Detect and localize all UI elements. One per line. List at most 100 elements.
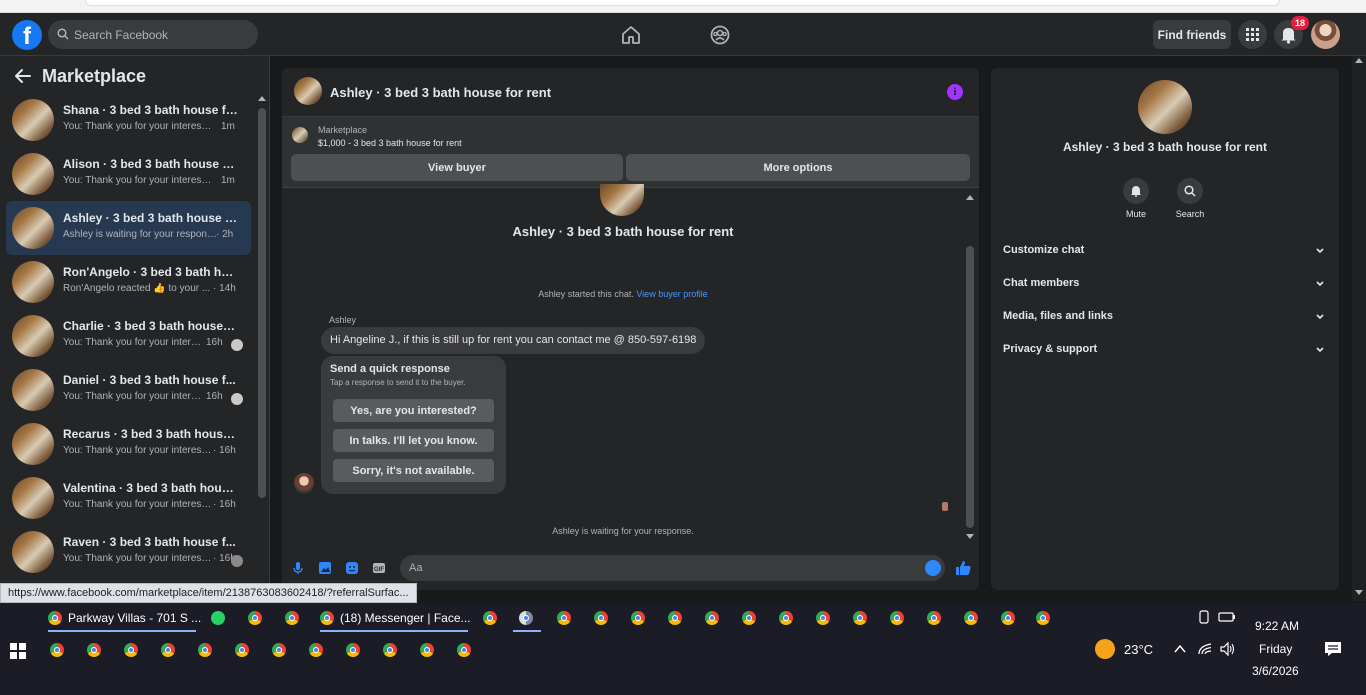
- chrome-icon[interactable]: [272, 643, 286, 657]
- chrome-icon[interactable]: [198, 643, 212, 657]
- home-icon[interactable]: [620, 24, 642, 46]
- chrome-icon[interactable]: [235, 643, 249, 657]
- listing-thumbnail-large: [1138, 80, 1192, 134]
- chrome-icon[interactable]: [779, 611, 793, 625]
- search-in-chat-button[interactable]: [1177, 178, 1203, 204]
- chrome-icon[interactable]: [346, 643, 360, 657]
- chrome-icon[interactable]: [483, 611, 497, 625]
- microphone-icon[interactable]: [291, 561, 305, 575]
- more-options-button[interactable]: More options: [626, 154, 970, 181]
- chat-title[interactable]: Ashley · 3 bed 3 bath house for rent: [330, 85, 551, 100]
- listing-thumbnail: [12, 531, 54, 573]
- volume-icon[interactable]: [1220, 642, 1236, 656]
- chrome-icon[interactable]: [87, 643, 101, 657]
- chrome-icon[interactable]: [816, 611, 830, 625]
- groups-icon[interactable]: [709, 24, 731, 46]
- listing-price[interactable]: $1,000 - 3 bed 3 bath house for rent: [318, 138, 462, 148]
- notification-center-icon[interactable]: [1324, 641, 1342, 657]
- mute-button[interactable]: [1123, 178, 1149, 204]
- chrome-icon[interactable]: [742, 611, 756, 625]
- chat-scroll-down[interactable]: [966, 534, 974, 539]
- sidebar-scroll-up[interactable]: [258, 96, 266, 101]
- chrome-icon[interactable]: [285, 611, 299, 625]
- chrome-icon[interactable]: [1001, 611, 1015, 625]
- back-arrow-icon[interactable]: [14, 68, 32, 84]
- battery-icon[interactable]: [1218, 611, 1236, 623]
- chrome-icon[interactable]: [890, 611, 904, 625]
- chrome-icon[interactable]: [853, 611, 867, 625]
- privacy-support-section[interactable]: Privacy & support: [1003, 343, 1327, 363]
- conversation-name: Shana · 3 bed 3 bath house for ...: [63, 103, 238, 117]
- chrome-icon[interactable]: [420, 643, 434, 657]
- chrome-icon[interactable]: [50, 643, 64, 657]
- taskbar-task-parkway-villas[interactable]: Parkway Villas - 701 S ...: [48, 609, 202, 633]
- chrome-icon[interactable]: [124, 643, 138, 657]
- chrome-icon[interactable]: [161, 643, 175, 657]
- page-scroll-up[interactable]: [1355, 58, 1363, 63]
- chat-scroll-up[interactable]: [966, 195, 974, 200]
- chrome-icon[interactable]: [248, 611, 262, 625]
- conversation-item[interactable]: Recarus · 3 bed 3 bath house fo... You: …: [6, 417, 251, 471]
- view-buyer-profile-link[interactable]: View buyer profile: [636, 289, 707, 299]
- facebook-logo-icon[interactable]: f: [12, 20, 42, 50]
- chrome-icon[interactable]: [668, 611, 682, 625]
- weather-temperature[interactable]: 23°C: [1124, 642, 1153, 657]
- conversation-item[interactable]: Raven · 3 bed 3 bath house f... You: Tha…: [6, 525, 251, 579]
- avatar[interactable]: [1311, 20, 1340, 49]
- info-icon[interactable]: i: [947, 84, 963, 100]
- quick-reply-button[interactable]: In talks. I'll let you know.: [333, 429, 494, 452]
- image-icon[interactable]: [318, 561, 332, 575]
- sticker-icon[interactable]: [345, 561, 359, 575]
- chrome-icon[interactable]: [927, 611, 941, 625]
- task-label: Parkway Villas - 701 S ...: [68, 611, 202, 625]
- page-scrollbar[interactable]: [1352, 56, 1366, 601]
- whatsapp-icon[interactable]: [211, 611, 225, 625]
- customize-chat-section[interactable]: Customize chat: [1003, 244, 1327, 264]
- sidebar-scrollbar[interactable]: [258, 108, 266, 498]
- chrome-icon[interactable]: [457, 643, 471, 657]
- conversation-item[interactable]: Daniel · 3 bed 3 bath house f... You: Th…: [6, 363, 251, 417]
- chrome-icon[interactable]: [1036, 611, 1050, 625]
- chat-thumbnail[interactable]: [294, 77, 322, 105]
- find-friends-button[interactable]: Find friends: [1153, 20, 1231, 49]
- clock-day[interactable]: Friday: [1259, 642, 1292, 656]
- gif-icon[interactable]: GIF: [372, 561, 386, 575]
- search-box[interactable]: [48, 20, 258, 49]
- conversation-item[interactable]: Charlie · 3 bed 3 bath house f... You: T…: [6, 309, 251, 363]
- conversation-item[interactable]: Ron'Angelo · 3 bed 3 bath hous... Ron'An…: [6, 255, 251, 309]
- chat-scrollbar[interactable]: [966, 246, 974, 528]
- chrome-icon[interactable]: [383, 643, 397, 657]
- chrome-icon[interactable]: [631, 611, 645, 625]
- quick-reply-button[interactable]: Yes, are you interested?: [333, 399, 494, 422]
- quick-reply-button[interactable]: Sorry, it's not available.: [333, 459, 494, 482]
- chrome-icon[interactable]: [705, 611, 719, 625]
- search-input[interactable]: [74, 20, 254, 49]
- chat-members-section[interactable]: Chat members: [1003, 277, 1327, 297]
- chrome-icon[interactable]: [557, 611, 571, 625]
- conversation-item[interactable]: Valentina · 3 bed 3 bath house f... You:…: [6, 471, 251, 525]
- weather-sun-icon[interactable]: [1095, 639, 1115, 659]
- page-scroll-down[interactable]: [1355, 590, 1363, 595]
- grid-menu-button[interactable]: [1238, 20, 1267, 49]
- wifi-icon[interactable]: [1197, 642, 1213, 656]
- conversation-item[interactable]: Shana · 3 bed 3 bath house for ... You: …: [6, 93, 251, 147]
- media-files-links-section[interactable]: Media, files and links: [1003, 310, 1327, 330]
- conversation-item-active[interactable]: Ashley · 3 bed 3 bath house for ... Ashl…: [6, 201, 251, 255]
- chevron-up-icon[interactable]: [1173, 643, 1187, 655]
- clock-date[interactable]: 3/6/2026: [1252, 664, 1299, 678]
- taskbar-task-messenger[interactable]: (18) Messenger | Face...: [320, 609, 471, 633]
- view-buyer-button[interactable]: View buyer: [291, 154, 623, 181]
- conversation-list: Shana · 3 bed 3 bath house for ... You: …: [6, 93, 251, 579]
- like-icon[interactable]: [954, 559, 972, 577]
- emoji-icon[interactable]: [925, 560, 941, 576]
- chrome-icon[interactable]: [594, 611, 608, 625]
- device-icon[interactable]: [1197, 610, 1211, 624]
- chrome-icon[interactable]: [309, 643, 323, 657]
- conversation-item[interactable]: Alison · 3 bed 3 bath house for ... You:…: [6, 147, 251, 201]
- conversation-title: Ashley · 3 bed 3 bath house for rent: [512, 224, 734, 239]
- taskbar-task-app[interactable]: [513, 609, 541, 633]
- message-input[interactable]: [400, 555, 945, 581]
- clock-time[interactable]: 9:22 AM: [1255, 619, 1299, 633]
- message-bubble[interactable]: Hi Angeline J., if this is still up for …: [321, 327, 706, 354]
- chrome-icon[interactable]: [964, 611, 978, 625]
